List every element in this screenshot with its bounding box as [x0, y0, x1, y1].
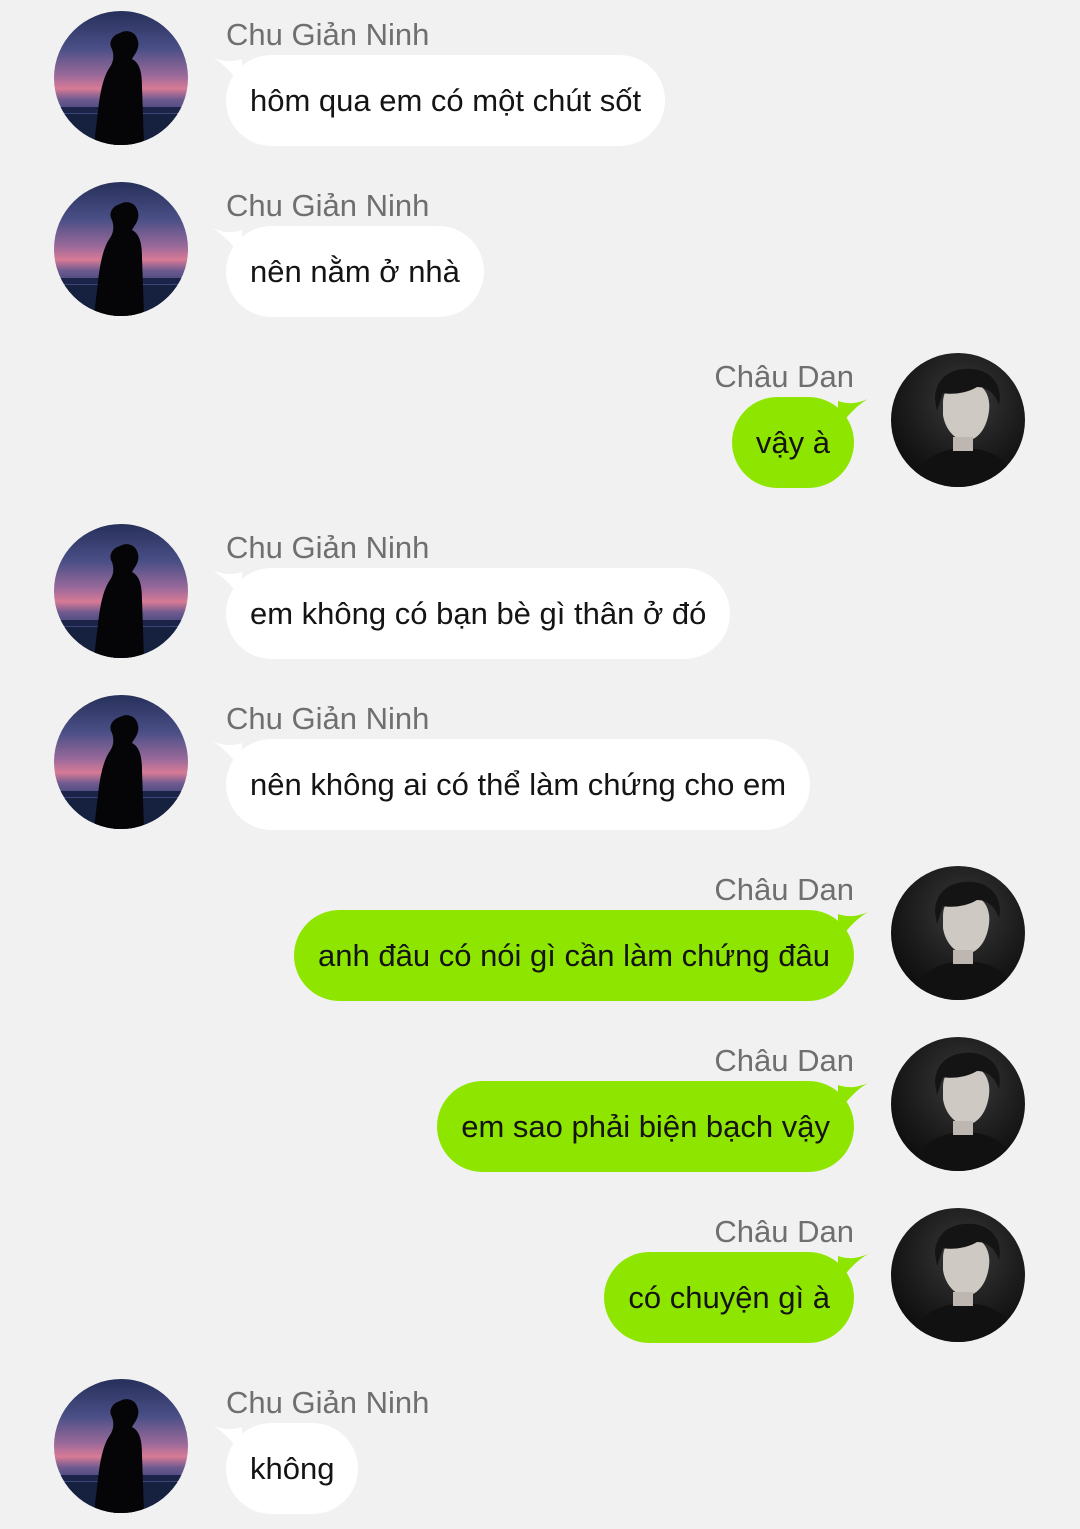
message-bubble[interactable]: anh đâu có nói gì cần làm chứng đâu [294, 910, 868, 1001]
message-text: em sao phải biện bạch vậy [461, 1109, 830, 1144]
message-bubble[interactable]: hôm qua em có một chút sốt [212, 55, 666, 146]
message-row-incoming: Chu Giản Ninh không [0, 1379, 1080, 1529]
message-text: nên không ai có thể làm chứng cho em [250, 767, 787, 802]
profile-photo-avatar[interactable] [891, 353, 1025, 487]
silhouette-sunset-avatar[interactable] [54, 11, 188, 145]
message-text: hôm qua em có một chút sốt [250, 83, 642, 118]
profile-photo-icon [891, 1037, 1025, 1171]
profile-photo-avatar[interactable] [891, 1037, 1025, 1171]
silhouette-sunset-icon [54, 1379, 188, 1513]
bubble-tail-icon [212, 739, 242, 769]
bubble-tail-icon [212, 55, 242, 85]
message-bubble[interactable]: vậy à [731, 397, 868, 488]
sender-name: Châu Dan [714, 872, 854, 907]
bubble-tail-icon [838, 1252, 868, 1282]
message-row-outgoing: Châu Dan có chuyện gì à [0, 1208, 1080, 1358]
silhouette-sunset-icon [54, 524, 188, 658]
sender-name: Chu Giản Ninh [226, 1385, 430, 1420]
message-row-incoming: Chu Giản Ninh hôm qua em có một chút sốt [0, 11, 1080, 161]
message-row-outgoing: Châu Dan vậy à [0, 353, 1080, 503]
chat-thread[interactable]: Chu Giản Ninh hôm qua em có một chút sốt… [0, 0, 1080, 1529]
silhouette-sunset-avatar[interactable] [54, 1379, 188, 1513]
sender-name: Châu Dan [714, 359, 854, 394]
profile-photo-avatar[interactable] [891, 1208, 1025, 1342]
bubble-tail-icon [212, 1423, 242, 1453]
message-bubble[interactable]: em sao phải biện bạch vậy [437, 1081, 868, 1172]
message-bubble[interactable]: có chuyện gì à [604, 1252, 868, 1343]
sender-name: Châu Dan [714, 1214, 854, 1249]
silhouette-sunset-icon [54, 11, 188, 145]
bubble-tail-icon [212, 226, 242, 256]
message-text: có chuyện gì à [628, 1280, 830, 1315]
sender-name: Châu Dan [714, 1043, 854, 1078]
bubble-tail-icon [838, 397, 868, 427]
message-bubble[interactable]: nên không ai có thể làm chứng cho em [212, 739, 811, 830]
message-text: em không có bạn bè gì thân ở đó [250, 596, 707, 631]
message-text: nên nằm ở nhà [250, 254, 460, 289]
message-bubble[interactable]: không [212, 1423, 359, 1514]
silhouette-sunset-avatar[interactable] [54, 524, 188, 658]
profile-photo-avatar[interactable] [891, 866, 1025, 1000]
message-text: anh đâu có nói gì cần làm chứng đâu [318, 938, 830, 973]
sender-name: Chu Giản Ninh [226, 188, 430, 223]
message-row-outgoing: Châu Dan em sao phải biện bạch vậy [0, 1037, 1080, 1187]
message-row-incoming: Chu Giản Ninh nên không ai có thể làm ch… [0, 695, 1080, 845]
message-bubble[interactable]: nên nằm ở nhà [212, 226, 484, 317]
sender-name: Chu Giản Ninh [226, 701, 430, 736]
silhouette-sunset-icon [54, 695, 188, 829]
profile-photo-icon [891, 1208, 1025, 1342]
sender-name: Chu Giản Ninh [226, 17, 430, 52]
message-text: không [250, 1451, 335, 1486]
sender-name: Chu Giản Ninh [226, 530, 430, 565]
message-row-outgoing: Châu Dan anh đâu có nói gì cần làm chứng… [0, 866, 1080, 1016]
message-row-incoming: Chu Giản Ninh em không có bạn bè gì thân… [0, 524, 1080, 674]
bubble-tail-icon [212, 568, 242, 598]
silhouette-sunset-icon [54, 182, 188, 316]
bubble-tail-icon [838, 910, 868, 940]
profile-photo-icon [891, 353, 1025, 487]
silhouette-sunset-avatar[interactable] [54, 182, 188, 316]
profile-photo-icon [891, 866, 1025, 1000]
silhouette-sunset-avatar[interactable] [54, 695, 188, 829]
bubble-tail-icon [838, 1081, 868, 1111]
message-text: vậy à [755, 425, 830, 460]
message-bubble[interactable]: em không có bạn bè gì thân ở đó [212, 568, 731, 659]
message-row-incoming: Chu Giản Ninh nên nằm ở nhà [0, 182, 1080, 332]
